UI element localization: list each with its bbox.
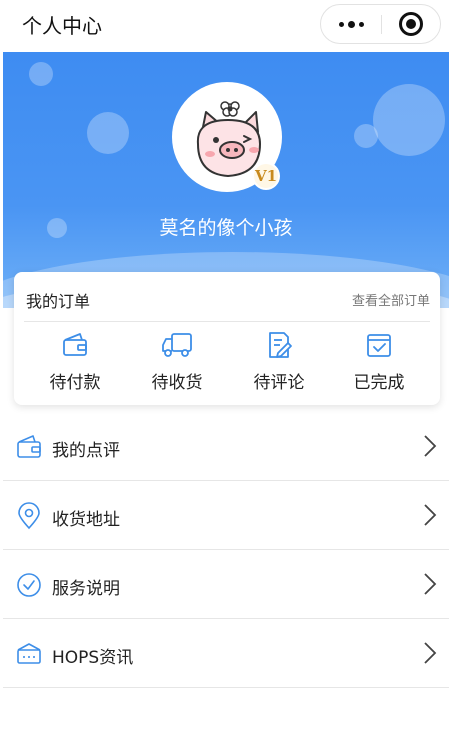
check-circle-icon (17, 573, 41, 597)
order-pending-receipt[interactable]: 待收货 (132, 330, 222, 393)
chevron-right-icon (424, 573, 437, 595)
news-box-icon (17, 643, 41, 664)
order-pending-review[interactable]: 待评论 (234, 330, 324, 393)
wallet-icon (17, 435, 41, 458)
page-title: 个人中心 (22, 14, 102, 38)
menu-item-service-info[interactable]: 服务说明 (3, 550, 449, 619)
menu-item-shipping-address[interactable]: 收货地址 (3, 481, 449, 550)
menu-item-label: 收货地址 (52, 510, 120, 530)
view-all-orders-link[interactable]: 查看全部订单 (352, 290, 430, 309)
edit-note-icon (269, 332, 292, 358)
chevron-right-icon (424, 435, 437, 457)
mini-program-capsule (320, 4, 441, 44)
location-pin-icon (18, 502, 40, 530)
orders-title: 我的订单 (26, 292, 91, 311)
wallet-icon (63, 333, 87, 356)
username: 莫名的像个小孩 (159, 217, 293, 239)
check-calendar-icon (367, 334, 391, 357)
order-pending-review-label: 待评论 (253, 373, 305, 393)
level-badge: V1 (252, 162, 280, 190)
menu-item-label: HOPS资讯 (52, 648, 134, 668)
chevron-right-icon (424, 642, 437, 664)
top-nav-bar: 个人中心 (0, 0, 452, 50)
close-target-icon[interactable] (399, 12, 423, 36)
order-card: 我的订单 查看全部订单 待付款 待收货 待评论 已完成 (14, 272, 440, 405)
menu-item-my-reviews[interactable]: 我的点评 (3, 412, 449, 481)
menu-item-label: 我的点评 (52, 441, 120, 461)
order-pending-payment-label: 待付款 (49, 373, 101, 393)
order-pending-payment[interactable]: 待付款 (30, 330, 120, 393)
menu-list: 我的点评 收货地址 服务说明 HOPS资讯 (3, 412, 449, 688)
chevron-right-icon (424, 504, 437, 526)
order-completed-label: 已完成 (353, 373, 405, 393)
more-menu-button[interactable] (321, 5, 381, 43)
more-dots-icon (338, 21, 344, 27)
menu-item-hops-news[interactable]: HOPS资讯 (3, 619, 449, 688)
truck-icon (162, 333, 192, 357)
order-completed[interactable]: 已完成 (334, 330, 424, 393)
menu-item-label: 服务说明 (52, 579, 120, 599)
order-pending-receipt-label: 待收货 (151, 373, 203, 393)
